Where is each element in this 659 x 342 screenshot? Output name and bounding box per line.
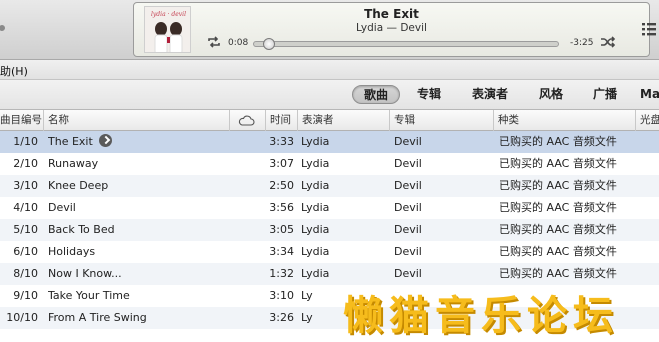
track-artist: Lydia xyxy=(301,245,330,258)
table-row[interactable]: 1/10 The Exit 3:33 Lydia Devil 已购买的 AAC … xyxy=(0,131,659,153)
track-album: Devil xyxy=(394,135,422,148)
track-name: The Exit xyxy=(48,135,93,148)
toolbar-edge-icon xyxy=(0,25,5,31)
column-kind[interactable]: 种类 xyxy=(494,110,636,131)
track-album: Devil xyxy=(394,245,422,258)
album-art[interactable]: lydia · devil xyxy=(144,6,191,53)
table-row[interactable]: 4/10 Devil 3:56 Lydia Devil 已购买的 AAC 音频文… xyxy=(0,197,659,219)
track-album: Devil xyxy=(394,157,422,170)
track-name-cell: The Exit xyxy=(48,131,228,153)
track-kind: 已购买的 AAC 音频文件 xyxy=(499,201,617,214)
table-row[interactable]: 6/10 Holidays 3:34 Lydia Devil 已购买的 AAC … xyxy=(0,241,659,263)
track-artist: Lydia xyxy=(301,267,330,280)
track-album: Devil xyxy=(394,201,422,214)
column-cloud[interactable] xyxy=(230,110,266,131)
svg-text:lydia · devil: lydia · devil xyxy=(151,11,186,18)
tab-artists[interactable]: 表演者 xyxy=(462,85,518,104)
now-playing-display: lydia · devil The Exit Lydia — Devil 0:0… xyxy=(133,2,650,57)
column-header: 曲目编号 名称 时间 表演者 专辑 种类 光盘 xyxy=(0,110,659,131)
track-album: Devil xyxy=(394,223,422,236)
table-row[interactable]: 2/10 Runaway 3:07 Lydia Devil 已购买的 AAC 音… xyxy=(0,153,659,175)
remaining-time: -3:25 xyxy=(570,38,594,48)
album-art-image: lydia · devil xyxy=(145,7,190,52)
track-time: 1:32 xyxy=(269,267,294,280)
track-kind: 已购买的 AAC 音频文件 xyxy=(499,179,617,192)
tab-albums[interactable]: 专辑 xyxy=(410,85,448,104)
table-row[interactable]: 3/10 Knee Deep 2:50 Lydia Devil 已购买的 AAC… xyxy=(0,175,659,197)
track-artist: Lydia xyxy=(301,157,330,170)
track-name: Knee Deep xyxy=(48,179,109,192)
track-name: Back To Bed xyxy=(48,223,115,236)
track-number: 1/10 xyxy=(13,135,38,148)
track-name: Take Your Time xyxy=(48,289,130,302)
column-time[interactable]: 时间 xyxy=(266,110,298,131)
track-artist: Lydia xyxy=(301,201,330,214)
column-name[interactable]: 名称 xyxy=(44,110,230,131)
track-album: Devil xyxy=(394,267,422,280)
track-album: Devil xyxy=(394,179,422,192)
cloud-icon xyxy=(238,115,255,126)
track-artist: Lydia xyxy=(301,223,330,236)
track-kind: 已购买的 AAC 音频文件 xyxy=(499,157,617,170)
track-time: 3:34 xyxy=(269,245,294,258)
track-artist: Lydia xyxy=(301,179,330,192)
now-playing-artist-album: Lydia — Devil xyxy=(356,22,427,34)
track-kind: 已购买的 AAC 音频文件 xyxy=(499,267,617,280)
track-time: 3:33 xyxy=(269,135,294,148)
track-name: Runaway xyxy=(48,157,99,170)
table-row[interactable]: 8/10 Now I Know... 1:32 Lydia Devil 已购买的… xyxy=(0,263,659,285)
column-track-number[interactable]: 曲目编号 xyxy=(0,110,44,131)
column-artist[interactable]: 表演者 xyxy=(298,110,390,131)
up-next-list-icon[interactable] xyxy=(641,21,657,37)
arrow-circle-icon[interactable] xyxy=(98,134,112,147)
forum-watermark: 懒猫音乐论坛 xyxy=(343,293,619,339)
track-number: 2/10 xyxy=(13,157,38,170)
table-row[interactable]: 5/10 Back To Bed 3:05 Lydia Devil 已购买的 A… xyxy=(0,219,659,241)
track-kind: 已购买的 AAC 音频文件 xyxy=(499,223,617,236)
tab-songs[interactable]: 歌曲 xyxy=(352,85,400,104)
track-number: 3/10 xyxy=(13,179,38,192)
menu-help[interactable]: 助(H) xyxy=(0,63,28,79)
track-number: 5/10 xyxy=(13,223,38,236)
tab-radio[interactable]: 广播 xyxy=(586,85,624,104)
track-time: 3:05 xyxy=(269,223,294,236)
column-album[interactable]: 专辑 xyxy=(390,110,494,131)
track-name: Now I Know... xyxy=(48,267,122,280)
track-kind: 已购买的 AAC 音频文件 xyxy=(499,245,617,258)
menu-bar: 助(H) xyxy=(0,60,659,80)
track-number: 10/10 xyxy=(6,311,38,324)
column-extra[interactable]: 光盘 xyxy=(636,110,659,131)
track-name: Holidays xyxy=(48,245,96,258)
view-tabs: 歌曲 专辑 表演者 风格 广播 Ma xyxy=(0,80,659,110)
track-kind: 已购买的 AAC 音频文件 xyxy=(499,135,617,148)
track-name: From A Tire Swing xyxy=(48,311,147,324)
tab-genres[interactable]: 风格 xyxy=(532,85,570,104)
now-playing-title: The Exit xyxy=(364,7,419,21)
track-number: 6/10 xyxy=(13,245,38,258)
toolbar: lydia · devil The Exit Lydia — Devil 0:0… xyxy=(0,0,659,60)
track-time: 3:26 xyxy=(269,311,294,324)
itunes-window: lydia · devil The Exit Lydia — Devil 0:0… xyxy=(0,0,659,342)
progress-scrubber[interactable] xyxy=(253,38,559,50)
scrubber-knob[interactable] xyxy=(262,38,275,50)
track-name: Devil xyxy=(48,201,76,214)
track-time: 3:07 xyxy=(269,157,294,170)
track-number: 4/10 xyxy=(13,201,38,214)
track-time: 2:50 xyxy=(269,179,294,192)
repeat-icon[interactable] xyxy=(207,36,221,48)
track-number: 9/10 xyxy=(13,289,38,302)
elapsed-time: 0:08 xyxy=(228,38,249,48)
track-number: 8/10 xyxy=(13,267,38,280)
shuffle-icon[interactable] xyxy=(600,36,616,48)
track-artist: Lydia xyxy=(301,135,330,148)
track-time: 3:56 xyxy=(269,201,294,214)
tab-more[interactable]: Ma xyxy=(640,85,659,104)
track-time: 3:10 xyxy=(269,289,294,302)
